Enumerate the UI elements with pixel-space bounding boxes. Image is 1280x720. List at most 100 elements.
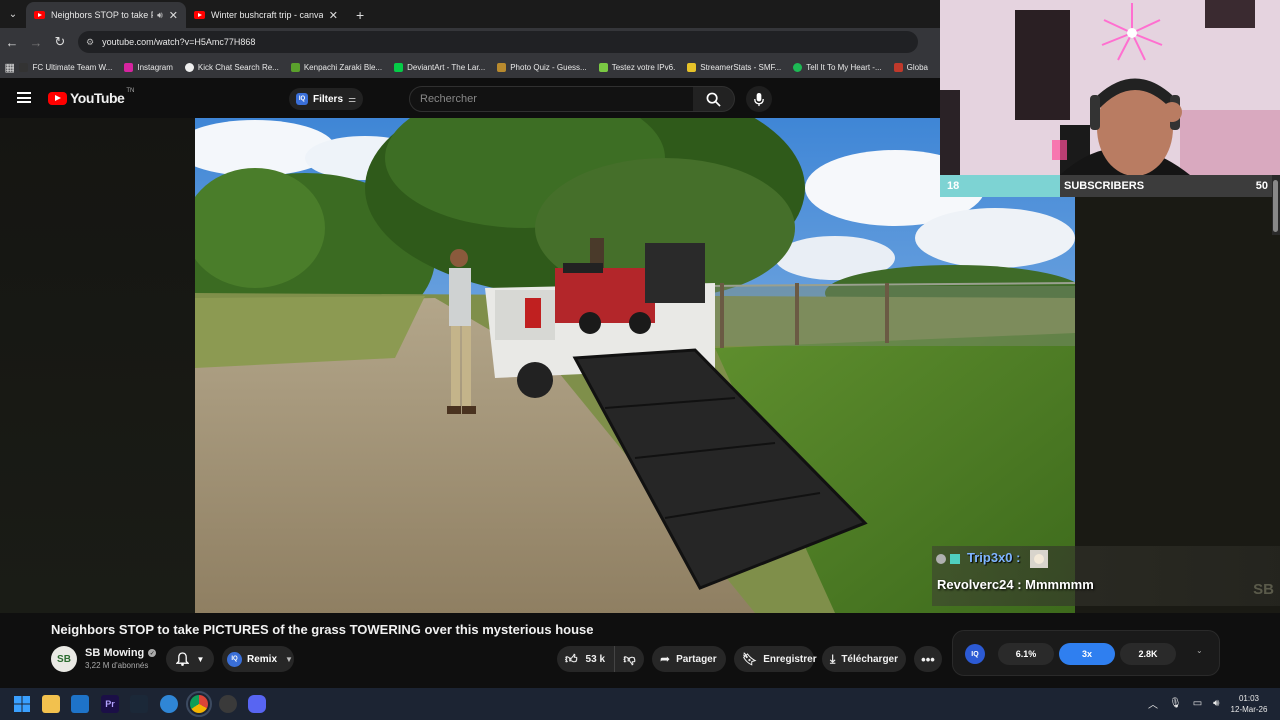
menu-icon[interactable] [17, 92, 31, 103]
steam-icon[interactable] [130, 695, 148, 713]
apps-grid-icon[interactable]: ▦ [0, 61, 19, 74]
tab-active[interactable]: Neighbors STOP to take PI 🔊︎ ✕ [26, 2, 186, 28]
premiere-pro-icon[interactable]: Pr [101, 695, 119, 713]
subscriber-count: 3,22 M d'abonnés [85, 661, 149, 670]
bookmark-label: StreamerStats - SMF... [700, 62, 782, 72]
bookmark-item[interactable]: Kenpachi Zaraki Ble... [290, 62, 382, 72]
back-icon[interactable]: ← [0, 35, 24, 50]
save-button[interactable]: 🔖︎ Enregistrer [734, 646, 817, 672]
extension-count[interactable]: 2.8K [1120, 643, 1176, 665]
stream-chat-overlay: Trip3x0 : Revolverc24 : Mmmmmm SB [932, 546, 1280, 606]
filters-button[interactable]: IQ Filters ⚌ [289, 88, 364, 110]
bookmark-item[interactable]: Tell It To My Heart -... [793, 62, 882, 72]
like-count: 53 k [585, 653, 606, 665]
bookmark-label: Globa [906, 62, 928, 72]
messenger-icon[interactable] [160, 695, 178, 713]
reload-icon[interactable]: ↻ [48, 34, 72, 50]
tab-inactive[interactable]: Winter bushcraft trip - canvas l ✕ [186, 2, 346, 28]
channel-name: SB Mowing [85, 647, 145, 659]
bookmark-favicon-icon [19, 62, 29, 72]
bookmark-item[interactable]: DeviantArt - The Lar... [394, 62, 486, 72]
bookmark-item[interactable]: Instagram [124, 62, 173, 72]
like-button[interactable]: 👍︎ 53 k [557, 646, 615, 672]
volume-icon[interactable]: 🔊︎ [1213, 698, 1219, 709]
scrollbar-thumb[interactable] [1273, 180, 1278, 232]
bookmark-item[interactable]: Photo Quiz - Guess... [497, 62, 587, 72]
file-explorer-icon[interactable] [42, 695, 60, 713]
search-button[interactable] [693, 86, 735, 112]
bookmark-label: Kick Chat Search Re... [197, 62, 279, 72]
bookmark-item[interactable]: Testez votre IPv6. [598, 62, 675, 72]
discord-icon[interactable] [248, 695, 266, 713]
bookmark-favicon-icon [893, 62, 903, 72]
sliders-icon: ⚌ [348, 93, 357, 104]
chevron-down-icon: ▼ [196, 654, 205, 664]
download-button[interactable]: ⤓ Télécharger [822, 646, 906, 672]
bookmark-favicon-icon [793, 62, 803, 72]
bookmark-item[interactable]: FC Ultimate Team W... [19, 62, 113, 72]
bookmark-label: Photo Quiz - Guess... [510, 62, 587, 72]
remix-label: Remix [247, 653, 278, 665]
outlook-icon[interactable] [71, 695, 89, 713]
bookmark-label: Tell It To My Heart -... [806, 62, 882, 72]
windows-start-icon[interactable] [13, 695, 31, 713]
dislike-button[interactable]: 👎︎ [615, 652, 644, 667]
system-tray: ︿ 🎙︎ ▭ 🔊︎ [1148, 696, 1230, 711]
channel-name-link[interactable]: SB Mowing ✓ [85, 647, 157, 659]
browser-tab-bar: ⌄ Neighbors STOP to take PI 🔊︎ ✕ Winter … [0, 0, 940, 28]
video-title: Neighbors STOP to take PICTURES of the g… [51, 622, 594, 637]
extension-multiplier[interactable]: 3x [1059, 643, 1115, 665]
microphone-icon[interactable]: 🎙︎ [1169, 698, 1182, 709]
tab-title: Winter bushcraft trip - canvas l [211, 10, 323, 20]
more-dots-icon: ••• [921, 651, 935, 667]
bookmark-item[interactable]: Kick Chat Search Re... [184, 62, 279, 72]
extension-logo[interactable]: IQ [965, 644, 985, 664]
address-bar[interactable]: ⚙ youtube.com/watch?v=H5Amc77H868 [78, 31, 918, 53]
bookmark-label: Instagram [137, 62, 173, 72]
youtube-header: YouTube TN IQ Filters ⚌ Rechercher [0, 78, 940, 118]
search-input[interactable]: Rechercher [409, 86, 694, 112]
bookmark-favicon-icon [184, 62, 194, 72]
bookmark-favicon-icon [124, 62, 134, 72]
obs-icon[interactable] [219, 695, 237, 713]
extension-percent[interactable]: 6.1% [998, 643, 1054, 665]
browser-toolbar: ← → ↻ ⚙ youtube.com/watch?v=H5Amc77H868 [0, 28, 940, 56]
remix-button[interactable]: IQ Remix ▼ [222, 646, 294, 672]
channel-avatar[interactable]: SB [51, 646, 77, 672]
display-icon[interactable]: ▭ [1193, 698, 1202, 709]
chrome-icon[interactable] [186, 691, 212, 717]
share-arrow-icon: ➦ [660, 652, 671, 666]
bookmark-item[interactable]: StreamerStats - SMF... [687, 62, 782, 72]
youtube-logo[interactable]: YouTube TN [48, 88, 135, 106]
bookmark-label: FC Ultimate Team W... [32, 62, 113, 72]
bell-icon [175, 652, 189, 666]
video-player[interactable] [0, 118, 1075, 613]
youtube-favicon-icon [194, 11, 205, 19]
save-label: Enregistrer [763, 653, 817, 665]
close-tab-icon[interactable]: ✕ [169, 9, 178, 22]
voice-search-button[interactable] [746, 86, 772, 112]
bookmark-item[interactable]: Globa [893, 62, 928, 72]
site-settings-icon[interactable]: ⚙ [86, 37, 94, 48]
webcam-image [940, 0, 1280, 175]
more-actions-button[interactable]: ••• [914, 646, 942, 672]
channel-avatar-initials: SB [57, 653, 71, 665]
country-code: TN [126, 88, 135, 94]
bookmark-favicon-icon [687, 62, 697, 72]
forward-icon[interactable]: → [24, 35, 48, 50]
webcam-feed [940, 0, 1280, 175]
share-button[interactable]: ➦ Partager [652, 646, 726, 672]
notification-bell-button[interactable]: ▼ [166, 646, 214, 672]
share-label: Partager [676, 653, 717, 665]
bookmark-favicon-icon [497, 62, 507, 72]
close-tab-icon[interactable]: ✕ [329, 9, 338, 22]
tray-overflow-icon[interactable]: ︿ [1148, 696, 1158, 711]
tab-search-icon[interactable]: ⌄ [0, 0, 26, 28]
subscriber-goal-bar: 18 SUBSCRIBERS 50 [940, 175, 1272, 197]
new-tab-icon[interactable]: + [356, 2, 364, 28]
bookmark-label: DeviantArt - The Lar... [407, 62, 486, 72]
chevron-down-icon[interactable]: ⌄ [1196, 646, 1203, 655]
ambient-blur [0, 118, 195, 613]
system-clock[interactable]: 01:03 12-Mar-26 [1224, 693, 1274, 715]
speaker-icon[interactable]: 🔊︎ [157, 10, 163, 21]
